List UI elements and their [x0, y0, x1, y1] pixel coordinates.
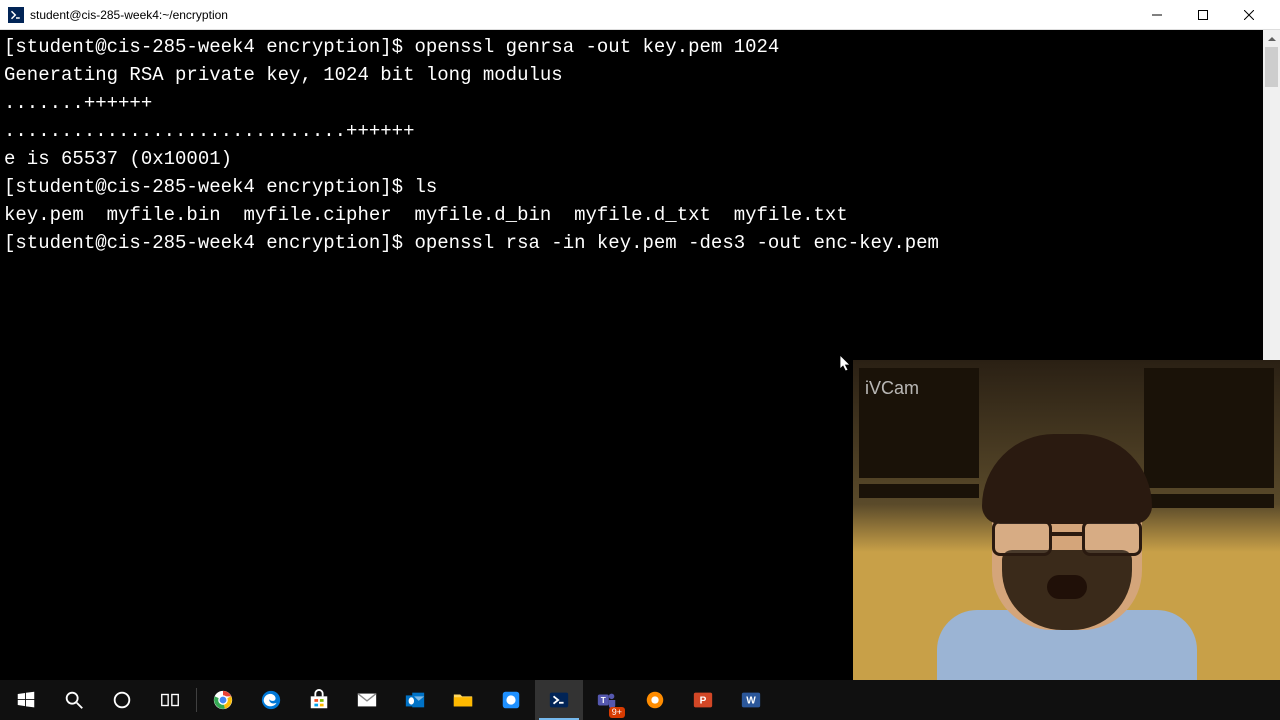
- taskbar-snagit[interactable]: [631, 680, 679, 720]
- taskbar-cortana[interactable]: [98, 680, 146, 720]
- taskbar-word[interactable]: W: [727, 680, 775, 720]
- svg-text:T: T: [601, 696, 606, 705]
- maximize-button[interactable]: [1180, 0, 1226, 30]
- taskbar-teams[interactable]: T9+: [583, 680, 631, 720]
- scroll-up-button[interactable]: [1263, 30, 1280, 47]
- taskbar-powerpoint[interactable]: P: [679, 680, 727, 720]
- taskbar-edge[interactable]: [247, 680, 295, 720]
- powershell-window-icon: [8, 7, 24, 23]
- taskbar-app-blue[interactable]: [487, 680, 535, 720]
- svg-text:W: W: [746, 696, 756, 707]
- taskbar-start[interactable]: [2, 680, 50, 720]
- taskbar-powershell[interactable]: [535, 680, 583, 720]
- webcam-label: iVCam: [865, 378, 919, 399]
- window-title: student@cis-285-week4:~/encryption: [30, 8, 1134, 22]
- taskbar-mail[interactable]: [343, 680, 391, 720]
- minimize-button[interactable]: [1134, 0, 1180, 30]
- scroll-thumb[interactable]: [1265, 47, 1278, 87]
- close-button[interactable]: [1226, 0, 1272, 30]
- taskbar-explorer[interactable]: [439, 680, 487, 720]
- titlebar: student@cis-285-week4:~/encryption: [0, 0, 1280, 30]
- taskbar: T9+ P W: [0, 680, 1280, 720]
- svg-text:P: P: [700, 696, 707, 707]
- taskbar-store[interactable]: [295, 680, 343, 720]
- taskbar-chrome[interactable]: [199, 680, 247, 720]
- webcam-overlay: iVCam: [853, 360, 1280, 680]
- taskbar-outlook[interactable]: [391, 680, 439, 720]
- taskbar-taskview[interactable]: [146, 680, 194, 720]
- taskbar-search[interactable]: [50, 680, 98, 720]
